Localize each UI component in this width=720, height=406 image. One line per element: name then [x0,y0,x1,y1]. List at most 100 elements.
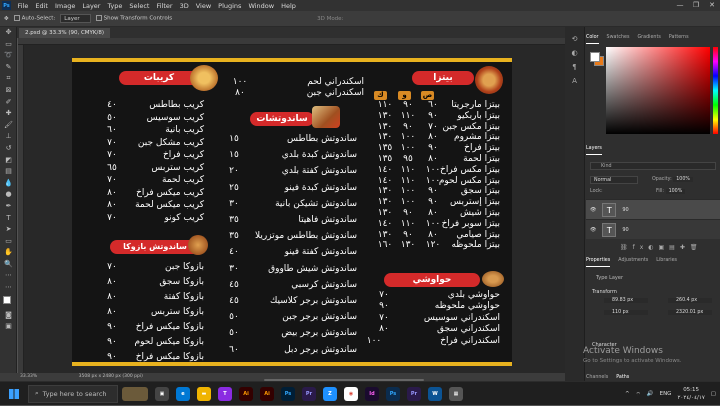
tab-properties[interactable]: Properties [586,258,611,267]
layer-row[interactable]: 👁 T 90 [586,219,720,239]
menu-plugins[interactable]: Plugins [215,2,245,10]
lasso-tool-icon[interactable]: ➰ [0,50,17,62]
menu-view[interactable]: View [192,2,214,10]
type-tool-icon[interactable]: T [0,213,17,225]
hand-tool-icon[interactable]: ✋ [0,247,17,259]
tab-libraries[interactable]: Libraries [656,258,677,267]
width-field[interactable]: 89.83 px [604,298,648,303]
zoom-tool-icon[interactable]: 🔍 [0,259,17,271]
layer-dropdown[interactable]: Layer [60,14,91,23]
history-brush-icon[interactable]: ↺ [0,143,17,155]
photoshop-taskbar-icon-2[interactable]: Ps [386,386,400,401]
document-info[interactable]: 3508 px x 2480 px (300 ppi) [79,374,143,379]
show-transform-option[interactable]: Show Transform Controls [95,15,172,22]
adjust-icon[interactable]: ◐ [565,49,584,57]
path-select-icon[interactable]: ➤ [0,224,17,236]
menu-image[interactable]: Image [51,2,78,10]
dodge-tool-icon[interactable]: ● [0,189,17,201]
photoshop-logo-icon[interactable]: Ps [2,1,11,10]
menu-file[interactable]: File [14,2,32,10]
x-field[interactable]: 260.4 px [668,298,712,303]
file-explorer-icon[interactable]: ▬ [197,386,211,401]
opacity-field[interactable]: 100% [673,177,693,182]
hue-slider[interactable] [713,47,718,134]
task-view-icon[interactable]: ▣ [155,386,169,401]
glyphs-icon[interactable]: A [565,77,584,85]
shape-tool-icon[interactable]: ▭ [0,236,17,248]
gradient-tool-icon[interactable]: ▤ [0,166,17,178]
color-picker-field[interactable] [606,47,710,134]
chrome-icon[interactable]: ◉ [344,386,358,401]
foreground-color-swatch[interactable] [3,295,11,304]
menu-type[interactable]: Type [104,2,126,10]
zoom-level[interactable]: 33.33% [20,374,37,379]
indesign-icon[interactable]: Id [365,386,379,401]
tray-up-arrow-icon[interactable]: ^ [625,391,630,397]
word-icon[interactable]: W [428,386,442,401]
brush-tool-icon[interactable]: 🖌 [0,120,17,132]
foreground-color-chip[interactable] [590,52,600,62]
illustrator-icon-2[interactable]: Ai [260,386,274,401]
layer-name[interactable]: 90 [622,207,628,213]
fill-field[interactable]: 100% [665,189,686,194]
document-tab[interactable]: 2.psd @ 33.3% (90, CMYK/8) [19,28,111,38]
edge-icon[interactable]: e [176,386,190,401]
menu-window[interactable]: Window [245,2,278,10]
tab-patterns[interactable]: Patterns [669,35,689,44]
menu-edit[interactable]: Edit [32,2,52,10]
quick-select-icon[interactable]: ✎ [0,62,17,74]
show-transform-checkbox[interactable] [95,15,102,22]
layer-actions-icons[interactable]: ⛓fx◐▣▤✚🗑 [620,244,703,251]
artboard-tool-icon[interactable]: ▭ [0,39,17,51]
menu-filter[interactable]: Filter [153,2,176,10]
history-icon[interactable]: ⟲ [565,35,584,43]
layer-filter-kind[interactable]: Kind [590,162,716,170]
notification-icon[interactable]: ▢ [711,391,716,397]
tab-gradients[interactable]: Gradients [637,35,660,44]
eyedropper-icon[interactable]: ✐ [0,97,17,109]
more-tools-icon[interactable]: ⋯ [0,270,17,282]
move-tool-icon[interactable]: ✥ [0,27,17,39]
height-field[interactable]: 110 px [604,310,648,315]
taskbar-search[interactable]: ⌕ Type here to search [28,384,118,403]
move-tool-icon[interactable]: ✥ [4,16,9,22]
color-swatches[interactable] [0,294,16,310]
eraser-tool-icon[interactable]: ◩ [0,155,17,167]
zoom-app-icon[interactable]: Z [323,386,337,401]
auto-select-option[interactable]: Auto-Select: [13,15,55,22]
blend-mode-dropdown[interactable]: Normal [590,176,638,184]
frame-tool-icon[interactable]: ⊠ [0,85,17,97]
menu-select[interactable]: Select [126,2,153,10]
volume-icon[interactable]: 🔊 [647,391,654,397]
photoshop-taskbar-icon[interactable]: Ps [281,386,295,401]
layer-row[interactable]: 👁 T 90 [586,199,720,219]
menu-3d[interactable]: 3D [176,2,192,10]
app-icon[interactable]: ▦ [449,386,463,401]
paragraph-icon[interactable]: ¶ [565,63,584,71]
pen-tool-icon[interactable]: ✒ [0,201,17,213]
quick-mask-icon[interactable]: ◙ [0,310,17,322]
layer-name[interactable]: 90 [622,227,628,233]
screen-mode-icon[interactable]: ▣ [0,321,17,333]
blur-tool-icon[interactable]: 💧 [0,178,17,190]
minimize-button[interactable]: — [672,0,688,11]
illustrator-icon[interactable]: Ai [239,386,253,401]
close-button[interactable]: ✕ [704,0,720,11]
y-field[interactable]: 2320.01 px [668,310,712,315]
auto-select-checkbox[interactable] [13,15,20,22]
language-indicator[interactable]: ENG [660,391,672,397]
premiere-icon-2[interactable]: Pr [407,386,421,401]
clock[interactable]: 05:15 ٢٠٢٤/٠٤/١٧ [677,386,704,402]
healing-brush-icon[interactable]: ✚ [0,108,17,120]
tab-color[interactable]: Color [586,35,599,44]
menu-layer[interactable]: Layer [79,2,104,10]
weather-widget-icon[interactable] [122,386,148,401]
network-icon[interactable]: ⌔ [636,391,641,398]
visibility-eye-icon[interactable]: 👁 [590,207,596,213]
start-button[interactable] [0,382,28,406]
tab-layers[interactable]: Layers [586,146,602,155]
edit-toolbar-icon[interactable]: ⋯ [0,282,17,294]
tab-adjustments[interactable]: Adjustments [618,258,648,267]
maximize-button[interactable]: ❐ [688,0,704,11]
clone-stamp-icon[interactable]: ⊥ [0,131,17,143]
